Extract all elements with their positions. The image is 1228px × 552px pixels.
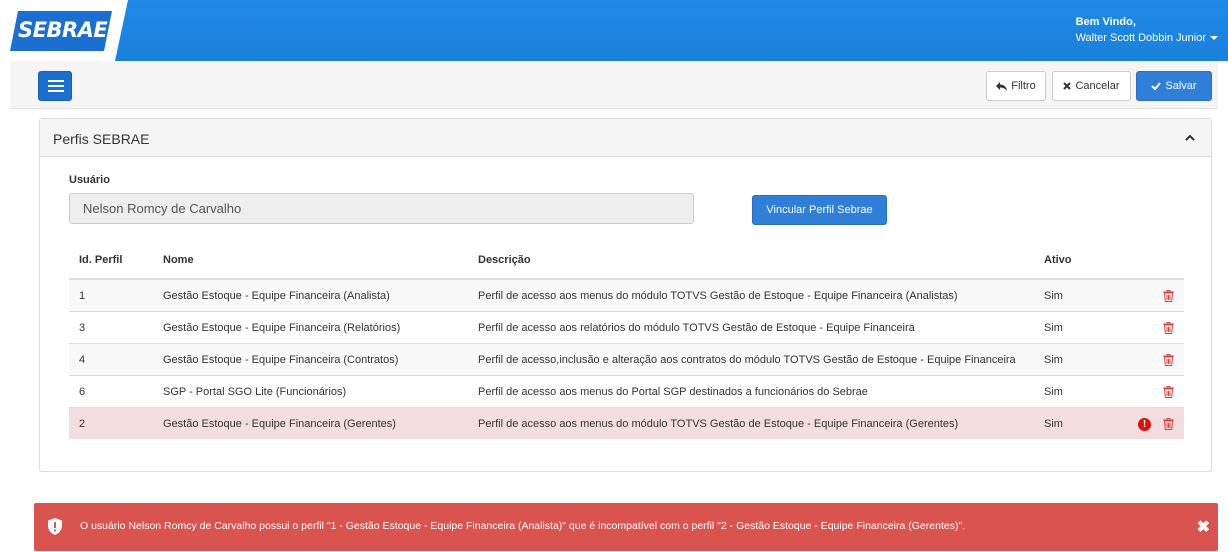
toolbar: Filtro Cancelar Salvar	[10, 61, 1218, 109]
header-id-perfil[interactable]: Id. Perfil	[69, 246, 153, 280]
cell-actions	[1104, 278, 1184, 312]
header-nome[interactable]: Nome	[153, 246, 468, 280]
cell-ativo: Sim	[1034, 375, 1104, 408]
table-row[interactable]: 1 Gestão Estoque - Equipe Financeira (An…	[69, 278, 1184, 312]
header-ativo[interactable]: Ativo	[1034, 246, 1104, 280]
usuario-field[interactable]: Nelson Romcy de Carvalho	[69, 193, 694, 224]
check-icon	[1151, 82, 1162, 90]
chevron-up-icon[interactable]	[1185, 133, 1195, 143]
panel-title: Perfis SEBRAE	[53, 131, 150, 147]
hamburger-menu-button[interactable]	[38, 71, 72, 101]
cell-actions: !	[1104, 407, 1184, 439]
cell-actions	[1104, 375, 1184, 408]
cell-descricao: Perfil de acesso aos menus do módulo TOT…	[468, 407, 1034, 439]
cell-nome: SGP - Portal SGO Lite (Funcionários)	[153, 375, 468, 408]
header-actions	[1104, 246, 1184, 280]
cell-nome: Gestão Estoque - Equipe Financeira (Anal…	[153, 278, 468, 312]
trash-icon[interactable]	[1163, 418, 1174, 431]
usuario-label: Usuário	[69, 174, 110, 186]
table-row-error[interactable]: 2 Gestão Estoque - Equipe Financeira (Ge…	[69, 407, 1184, 439]
cell-id: 1	[69, 278, 153, 312]
reply-arrow-icon	[996, 81, 1008, 91]
cell-descricao: Perfil de acesso,inclusão e alteração ao…	[468, 343, 1034, 376]
cell-ativo: Sim	[1034, 311, 1104, 344]
caret-down-icon	[1210, 36, 1218, 40]
cell-ativo: Sim	[1034, 343, 1104, 376]
logo-area: SEBRAE	[0, 0, 128, 61]
user-menu[interactable]: Bem Vindo, Walter Scott Dobbin Junior	[1076, 14, 1218, 46]
trash-icon[interactable]	[1163, 322, 1174, 335]
cell-id: 2	[69, 407, 153, 439]
table-row[interactable]: 4 Gestão Estoque - Equipe Financeira (Co…	[69, 343, 1184, 376]
cell-actions	[1104, 311, 1184, 344]
panel-header[interactable]: Perfis SEBRAE	[40, 119, 1211, 157]
exclamation-circle-icon[interactable]: !	[1138, 417, 1151, 431]
salvar-button[interactable]: Salvar	[1136, 71, 1212, 101]
header-descricao[interactable]: Descrição	[468, 246, 1034, 280]
cell-actions	[1104, 343, 1184, 376]
trash-icon[interactable]	[1163, 354, 1174, 367]
close-icon	[1063, 82, 1072, 90]
logo-text: SEBRAE	[18, 18, 108, 42]
cell-ativo: Sim	[1034, 278, 1104, 312]
cell-nome: Gestão Estoque - Equipe Financeira (Gere…	[153, 407, 468, 439]
cell-nome: Gestão Estoque - Equipe Financeira (Cont…	[153, 343, 468, 376]
table-row[interactable]: 6 SGP - Portal SGO Lite (Funcionários) P…	[69, 375, 1184, 408]
cell-descricao: Perfil de acesso aos relatórios do módul…	[468, 311, 1034, 344]
shield-exclamation-icon	[48, 518, 62, 535]
cell-descricao: Perfil de acesso aos menus do Portal SGP…	[468, 375, 1034, 408]
cancelar-label: Cancelar	[1075, 80, 1120, 92]
close-alert-button[interactable]: ✖	[1197, 517, 1210, 537]
alert-message: O usuário Nelson Romcy de Carvalho possu…	[80, 520, 966, 532]
error-alert: O usuário Nelson Romcy de Carvalho possu…	[34, 503, 1218, 551]
cell-id: 4	[69, 343, 153, 376]
vincular-perfil-button[interactable]: Vincular Perfil Sebrae	[752, 195, 887, 225]
perfis-panel: Perfis SEBRAE Usuário Nelson Romcy de Ca…	[39, 118, 1212, 472]
user-name: Walter Scott Dobbin Junior	[1075, 32, 1206, 44]
cell-id: 3	[69, 311, 153, 344]
cell-descricao: Perfil de acesso aos menus do módulo TOT…	[468, 278, 1034, 312]
trash-icon[interactable]	[1163, 386, 1174, 399]
cell-nome: Gestão Estoque - Equipe Financeira (Rela…	[153, 311, 468, 344]
table-row[interactable]: 3 Gestão Estoque - Equipe Financeira (Re…	[69, 311, 1184, 344]
table-header-row: Id. Perfil Nome Descrição Ativo	[69, 246, 1184, 280]
perfis-table: Id. Perfil Nome Descrição Ativo 1 Gestão…	[69, 246, 1184, 439]
filtro-button[interactable]: Filtro	[986, 71, 1046, 101]
cell-ativo: Sim	[1034, 407, 1104, 439]
salvar-label: Salvar	[1165, 80, 1197, 92]
cancelar-button[interactable]: Cancelar	[1052, 71, 1131, 101]
trash-icon[interactable]	[1163, 290, 1174, 303]
cell-id: 6	[69, 375, 153, 408]
filtro-label: Filtro	[1011, 80, 1036, 92]
top-header: SEBRAE Bem Vindo, Walter Scott Dobbin Ju…	[0, 0, 1228, 61]
welcome-label: Bem Vindo,	[1075, 16, 1136, 28]
